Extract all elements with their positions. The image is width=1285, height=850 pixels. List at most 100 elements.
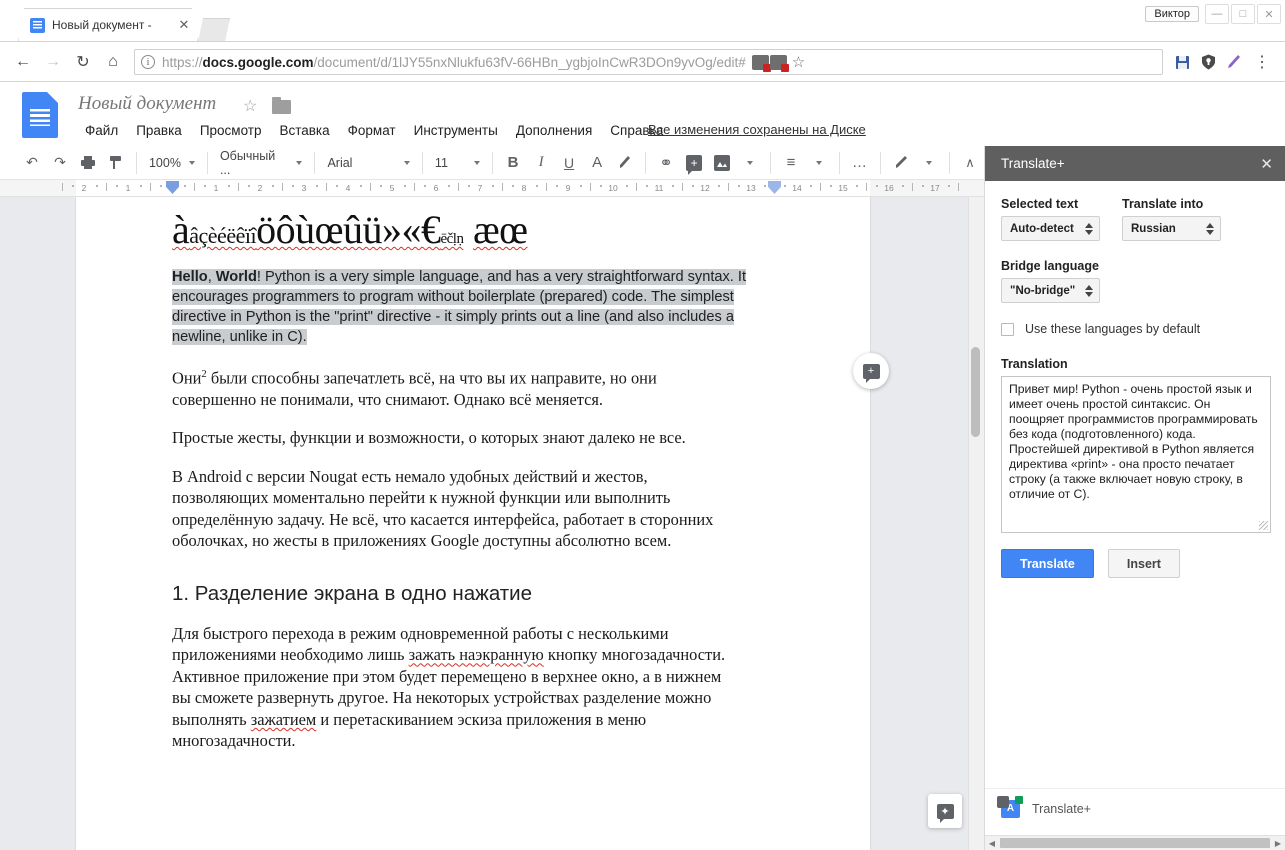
ruler-label-5: 5: [389, 183, 395, 193]
toolbar-divider-7: [770, 151, 772, 174]
insert-image-icon[interactable]: [709, 150, 735, 176]
close-window-button[interactable]: ✕: [1257, 4, 1281, 24]
window-user-label: Виктор: [1145, 6, 1199, 22]
font-size-select[interactable]: 11: [429, 150, 486, 176]
spellcheck-word-2[interactable]: зажатием: [251, 710, 317, 729]
default-languages-label: Use these languages by default: [1025, 322, 1201, 336]
translate-into-select[interactable]: Russian: [1122, 216, 1221, 241]
paragraph-style-select[interactable]: Обычный ...: [214, 149, 309, 177]
capture-extension-icon[interactable]: [769, 54, 789, 72]
add-comment-fab[interactable]: +: [853, 353, 889, 389]
ruler-label-9: 9: [565, 183, 571, 193]
paragraph-2[interactable]: Простые жесты, функции и возможности, о …: [172, 427, 732, 449]
scroll-right-icon[interactable]: ▶: [1271, 839, 1285, 848]
chevron-down-icon: [816, 160, 823, 165]
bridge-language-select[interactable]: "No-bridge": [1001, 278, 1100, 303]
editing-mode-caret[interactable]: [916, 150, 942, 176]
star-document-icon[interactable]: ☆: [243, 96, 257, 116]
heading-accents-big1: à: [172, 207, 190, 252]
redo-icon[interactable]: ↷: [47, 150, 73, 176]
document-page[interactable]: àâçèéëêïîöôùœûü»«€ēčḷṇ æœ Hello, World! …: [76, 197, 870, 850]
bold-icon[interactable]: B: [500, 150, 526, 176]
image-options-caret[interactable]: [737, 150, 763, 176]
section-heading[interactable]: 1. Разделение экрана в одно нажатие: [172, 582, 772, 606]
document-title[interactable]: Новый документ: [78, 93, 216, 115]
heading-accents-big2: öôùœûü»«€: [256, 207, 441, 252]
align-caret[interactable]: [806, 150, 832, 176]
comment-plus-glyph: +: [686, 154, 703, 175]
menu-format[interactable]: Формат: [339, 120, 405, 141]
image-glyph: [714, 154, 731, 171]
sidebar-scroll-thumb[interactable]: [1000, 838, 1270, 848]
document-scrollbar-thumb[interactable]: [971, 347, 980, 437]
insert-link-icon[interactable]: ⚭: [653, 150, 679, 176]
move-to-folder-icon[interactable]: [272, 97, 291, 114]
document-canvas[interactable]: àâçèéëêïîöôùœûü»«€ēčḷṇ æœ Hello, World! …: [0, 197, 984, 850]
align-icon[interactable]: ≡: [778, 150, 804, 176]
paint-format-icon[interactable]: [103, 150, 129, 176]
docs-menubar: Файл Правка Просмотр Вставка Формат Инст…: [76, 120, 672, 141]
translate-into-value: Russian: [1131, 222, 1176, 235]
spellcheck-word-1[interactable]: зажать наэкранную: [409, 645, 544, 664]
home-icon[interactable]: ⌂: [98, 47, 128, 77]
heading-accents-small1: âçèéëêïî: [189, 223, 257, 248]
document-body[interactable]: àâçèéëêïîöôùœûü»«€ēčḷṇ æœ Hello, World! …: [172, 209, 772, 752]
menu-tools[interactable]: Инструменты: [405, 120, 507, 141]
sidebar-footer-label: Translate+: [1032, 801, 1091, 816]
save-extension-icon[interactable]: [1169, 49, 1195, 75]
zoom-select[interactable]: 100%: [143, 150, 201, 176]
bookmark-star-icon[interactable]: ☆: [792, 53, 805, 71]
translate-button[interactable]: Translate: [1001, 549, 1094, 578]
add-comment-icon[interactable]: +: [681, 150, 707, 176]
highlight-color-icon[interactable]: [612, 150, 638, 176]
sidebar-horizontal-scrollbar[interactable]: ◀ ▶: [985, 835, 1285, 850]
editing-mode-icon[interactable]: [888, 150, 914, 176]
default-languages-row[interactable]: Use these languages by default: [1001, 322, 1269, 336]
screenshot-extension-icon[interactable]: [751, 54, 771, 72]
address-bar[interactable]: i https://docs.google.com/document/d/1lJ…: [134, 49, 1163, 75]
default-languages-checkbox[interactable]: [1001, 322, 1014, 336]
scroll-left-icon[interactable]: ◀: [985, 839, 999, 848]
shield-extension-icon[interactable]: [1195, 49, 1221, 75]
site-info-icon[interactable]: i: [141, 55, 155, 69]
print-icon[interactable]: [75, 150, 101, 176]
undo-icon[interactable]: ↶: [19, 150, 45, 176]
menu-view[interactable]: Просмотр: [191, 120, 271, 141]
explore-fab[interactable]: ✦: [928, 794, 962, 828]
reload-icon[interactable]: ↻: [68, 47, 98, 77]
browser-tab-active[interactable]: Новый документ - ✕: [18, 8, 198, 42]
text-color-icon[interactable]: A: [584, 150, 610, 176]
italic-icon[interactable]: I: [528, 150, 554, 176]
underline-icon[interactable]: U: [556, 150, 582, 176]
document-scrollbar-track[interactable]: [968, 197, 984, 850]
minimize-button[interactable]: —: [1205, 4, 1229, 24]
new-tab-button[interactable]: [198, 18, 230, 42]
close-icon[interactable]: ✕: [1260, 155, 1273, 173]
translation-textarea[interactable]: Привет мир! Python - очень простой язык …: [1001, 376, 1271, 533]
collapse-toolbar-icon[interactable]: ∧: [957, 150, 983, 176]
menu-edit[interactable]: Правка: [127, 120, 191, 141]
maximize-button[interactable]: □: [1231, 4, 1255, 24]
chrome-menu-icon[interactable]: ⋮: [1247, 47, 1277, 77]
font-family-select[interactable]: Arial: [321, 150, 416, 176]
paragraph-4[interactable]: Для быстрого перехода в режим одновремен…: [172, 623, 732, 752]
menu-addons[interactable]: Дополнения: [507, 120, 601, 141]
save-status-label[interactable]: Все изменения сохранены на Диске: [648, 122, 866, 137]
ruler-label-10: 10: [608, 183, 618, 193]
insert-button[interactable]: Insert: [1107, 549, 1180, 578]
sidebar-header: Translate+ ✕: [985, 146, 1285, 181]
paragraph-3[interactable]: В Android с версии Nougat есть немало уд…: [172, 466, 732, 552]
menu-insert[interactable]: Вставка: [270, 120, 338, 141]
menu-file[interactable]: Файл: [76, 120, 127, 141]
ruler-label-l1: 1: [125, 183, 131, 193]
document-ruler[interactable]: 2 1 1 2 3 4 5 6 7 8 9 10 11 12 13 14 15 …: [0, 180, 984, 197]
url-path: /document/d/1lJY55nxNlukfu63fV-66HBn_ygb…: [313, 54, 746, 70]
selected-english-paragraph[interactable]: Hello, World! Python is a very simple la…: [172, 267, 750, 347]
selected-text-select[interactable]: Auto-detect: [1001, 216, 1100, 241]
tab-close-icon[interactable]: ✕: [176, 17, 192, 33]
google-docs-logo-icon[interactable]: [22, 92, 58, 138]
paragraph-1[interactable]: Они2 были способны запечатлеть всё, на ч…: [172, 364, 732, 410]
more-options-icon[interactable]: …: [847, 150, 873, 176]
pen-extension-icon[interactable]: [1221, 49, 1247, 75]
back-icon[interactable]: ←: [8, 47, 38, 77]
